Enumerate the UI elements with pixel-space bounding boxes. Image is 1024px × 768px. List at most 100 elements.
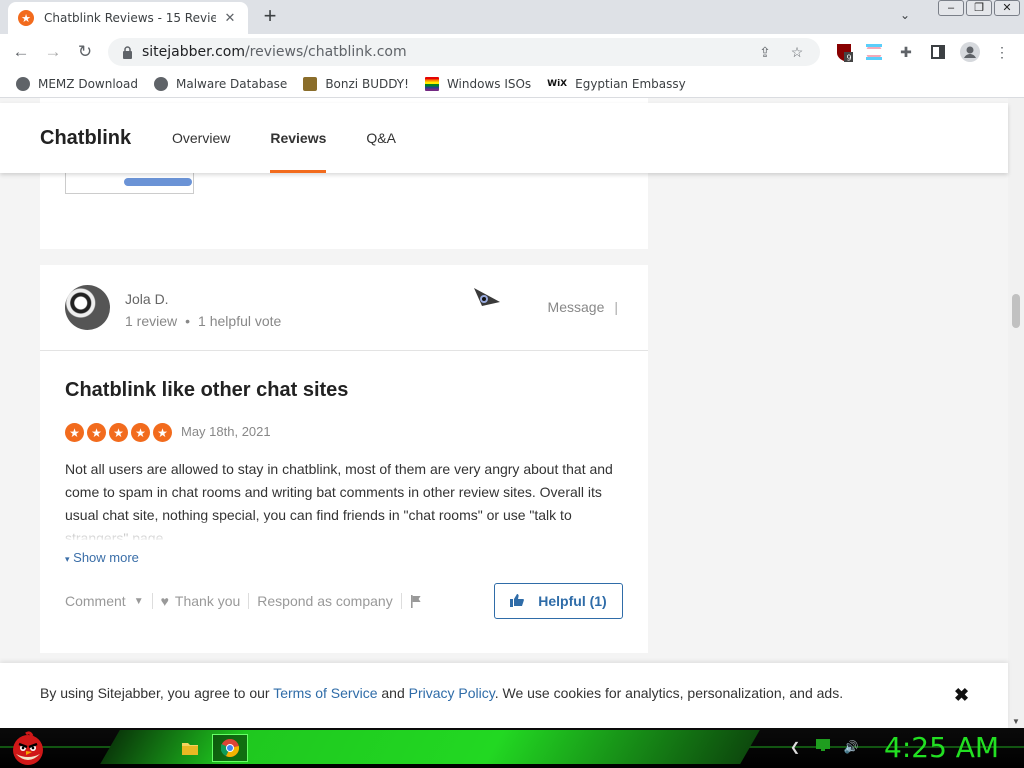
- star-icon: ★: [109, 423, 128, 442]
- file-explorer-folder-icon[interactable]: [172, 734, 208, 762]
- minimize-button[interactable]: –: [938, 0, 964, 16]
- review-date: May 18th, 2021: [181, 424, 271, 439]
- tab-search-chevron-icon[interactable]: ⌄: [896, 8, 914, 26]
- cookie-and: and: [377, 685, 409, 701]
- report-flag-icon[interactable]: [410, 594, 422, 608]
- divider: |: [614, 299, 618, 315]
- windows-flag-icon: [424, 76, 439, 91]
- extension-badge: 9: [846, 54, 851, 63]
- page-viewport: Chatblink Overview Reviews Q&A Jola D. 1…: [0, 98, 1024, 728]
- browser-tab[interactable]: ★ Chatblink Reviews - 15 Reviews of Chat…: [8, 2, 248, 34]
- ublock-extension-icon[interactable]: 9: [834, 42, 854, 62]
- sitejabber-favicon-icon: ★: [18, 10, 34, 26]
- review-title[interactable]: Chatblink like other chat sites: [65, 379, 348, 402]
- bookmark-malware-database[interactable]: Malware Database: [153, 76, 288, 91]
- privacy-policy-link[interactable]: Privacy Policy: [409, 685, 495, 701]
- bonzi-icon: [303, 76, 318, 91]
- globe-icon: [153, 76, 168, 91]
- close-icon[interactable]: ✖: [954, 685, 969, 706]
- extensions-puzzle-icon[interactable]: ✚: [896, 42, 916, 62]
- vertical-scrollbar[interactable]: ▼: [1008, 98, 1024, 728]
- start-button-angry-bird-icon[interactable]: [8, 730, 48, 766]
- scrollbar-thumb[interactable]: [1012, 294, 1020, 328]
- window-close-button[interactable]: ✕: [994, 0, 1020, 16]
- restore-button[interactable]: ❐: [966, 0, 992, 16]
- browser-toolbar: ← → ↻ sitejabber.com/reviews/chatblink.c…: [0, 34, 1024, 70]
- share-icon[interactable]: ⇪: [756, 43, 774, 61]
- divider: [400, 593, 402, 609]
- chrome-taskbar-icon[interactable]: [212, 734, 248, 762]
- back-arrow-icon[interactable]: ←: [10, 41, 32, 63]
- cookie-text: By using Sitejabber, you agree to our Te…: [40, 685, 843, 701]
- tab-overview[interactable]: Overview: [172, 103, 230, 173]
- new-tab-button[interactable]: +: [258, 5, 282, 28]
- helpful-vote-count: 1 helpful vote: [198, 313, 282, 329]
- tab-qa[interactable]: Q&A: [366, 103, 396, 173]
- terms-of-service-link[interactable]: Terms of Service: [273, 685, 377, 701]
- flag-extension-icon[interactable]: [864, 42, 884, 62]
- comment-button[interactable]: Comment ▼: [65, 593, 144, 609]
- helpful-label: Helpful (1): [538, 593, 607, 609]
- wix-icon: WiX: [547, 78, 568, 89]
- caret-down-icon: ▾: [65, 554, 70, 564]
- bookmarks-bar: MEMZ Download Malware Database Bonzi BUD…: [0, 70, 1024, 98]
- reviewer-name[interactable]: Jola D.: [125, 291, 169, 307]
- bookmark-star-icon[interactable]: ☆: [788, 43, 806, 61]
- text-fade-overlay: [65, 520, 635, 542]
- lock-icon[interactable]: [120, 45, 134, 59]
- bookmark-egyptian-embassy[interactable]: WiX Egyptian Embassy: [547, 77, 686, 91]
- site-nav: Overview Reviews Q&A: [172, 103, 436, 173]
- tab-reviews[interactable]: Reviews: [270, 103, 327, 173]
- reviewer-avatar[interactable]: [65, 285, 110, 330]
- thumbs-up-icon: [510, 593, 525, 610]
- bookmark-label: Bonzi BUDDY!: [325, 76, 409, 91]
- cookie-suffix: . We use cookies for analytics, personal…: [494, 685, 844, 701]
- thank-you-button[interactable]: ♥ Thank you: [161, 593, 241, 609]
- side-panel-icon[interactable]: [928, 42, 948, 62]
- bookmark-memz[interactable]: MEMZ Download: [16, 76, 138, 91]
- taskbar-clock[interactable]: 4:25 AM: [884, 731, 999, 764]
- forward-arrow-icon[interactable]: →: [42, 41, 64, 63]
- network-icon[interactable]: [814, 738, 832, 756]
- reviewer-stats: 1 review • 1 helpful vote: [125, 313, 281, 329]
- tab-title: Chatblink Reviews - 15 Reviews of Chatbl…: [44, 11, 216, 25]
- review-actions: Comment ▼ ♥ Thank you Respond as company: [65, 593, 422, 609]
- show-more-link[interactable]: ▾ Show more: [65, 550, 139, 565]
- helpful-button[interactable]: Helpful (1): [494, 583, 623, 619]
- cookie-consent-bar: By using Sitejabber, you agree to our Te…: [0, 663, 1008, 728]
- tab-strip: ★ Chatblink Reviews - 15 Reviews of Chat…: [0, 0, 1024, 34]
- divider: [248, 593, 250, 609]
- system-tray: ❮ 🔊: [786, 738, 860, 756]
- bookmark-bonzi-buddy[interactable]: Bonzi BUDDY!: [303, 76, 409, 91]
- volume-icon[interactable]: 🔊: [842, 738, 860, 756]
- message-label: Message: [547, 299, 605, 315]
- bookmark-label: Egyptian Embassy: [575, 76, 686, 91]
- heart-icon: ♥: [160, 593, 169, 609]
- star-rating: ★ ★ ★ ★ ★: [65, 423, 172, 442]
- chat-bubble: [124, 178, 192, 186]
- business-name: Chatblink: [40, 127, 132, 149]
- dot-separator: •: [185, 313, 191, 329]
- eye-cursor-icon: [472, 288, 502, 318]
- browser-menu-icon[interactable]: ⋮: [992, 42, 1012, 62]
- scroll-down-arrow-icon[interactable]: ▼: [1012, 717, 1020, 726]
- divider: [151, 593, 153, 609]
- respond-as-company-button[interactable]: Respond as company: [257, 593, 392, 609]
- review-count: 1 review: [125, 313, 178, 329]
- reload-icon[interactable]: ↻: [74, 41, 96, 63]
- bookmark-label: Malware Database: [175, 76, 288, 91]
- profile-avatar-icon[interactable]: [960, 42, 980, 62]
- taskbar: ❮ 🔊 4:25 AM: [0, 728, 1024, 768]
- globe-icon: [16, 76, 30, 91]
- bookmark-label: MEMZ Download: [38, 76, 138, 91]
- review-card: Jola D. 1 review • 1 helpful vote Messag…: [40, 265, 648, 653]
- show-hidden-icons-chevron-icon[interactable]: ❮: [786, 738, 804, 756]
- address-bar[interactable]: sitejabber.com/reviews/chatblink.com ⇪ ☆: [108, 38, 820, 66]
- message-link[interactable]: Message |: [548, 299, 618, 315]
- star-icon: ★: [153, 423, 172, 442]
- url-path: /reviews/chatblink.com: [244, 44, 407, 60]
- bookmark-windows-isos[interactable]: Windows ISOs: [424, 76, 532, 91]
- tab-close-icon[interactable]: ✕: [222, 10, 238, 26]
- respond-label: Respond as company: [257, 593, 393, 609]
- bookmark-label: Windows ISOs: [446, 76, 532, 91]
